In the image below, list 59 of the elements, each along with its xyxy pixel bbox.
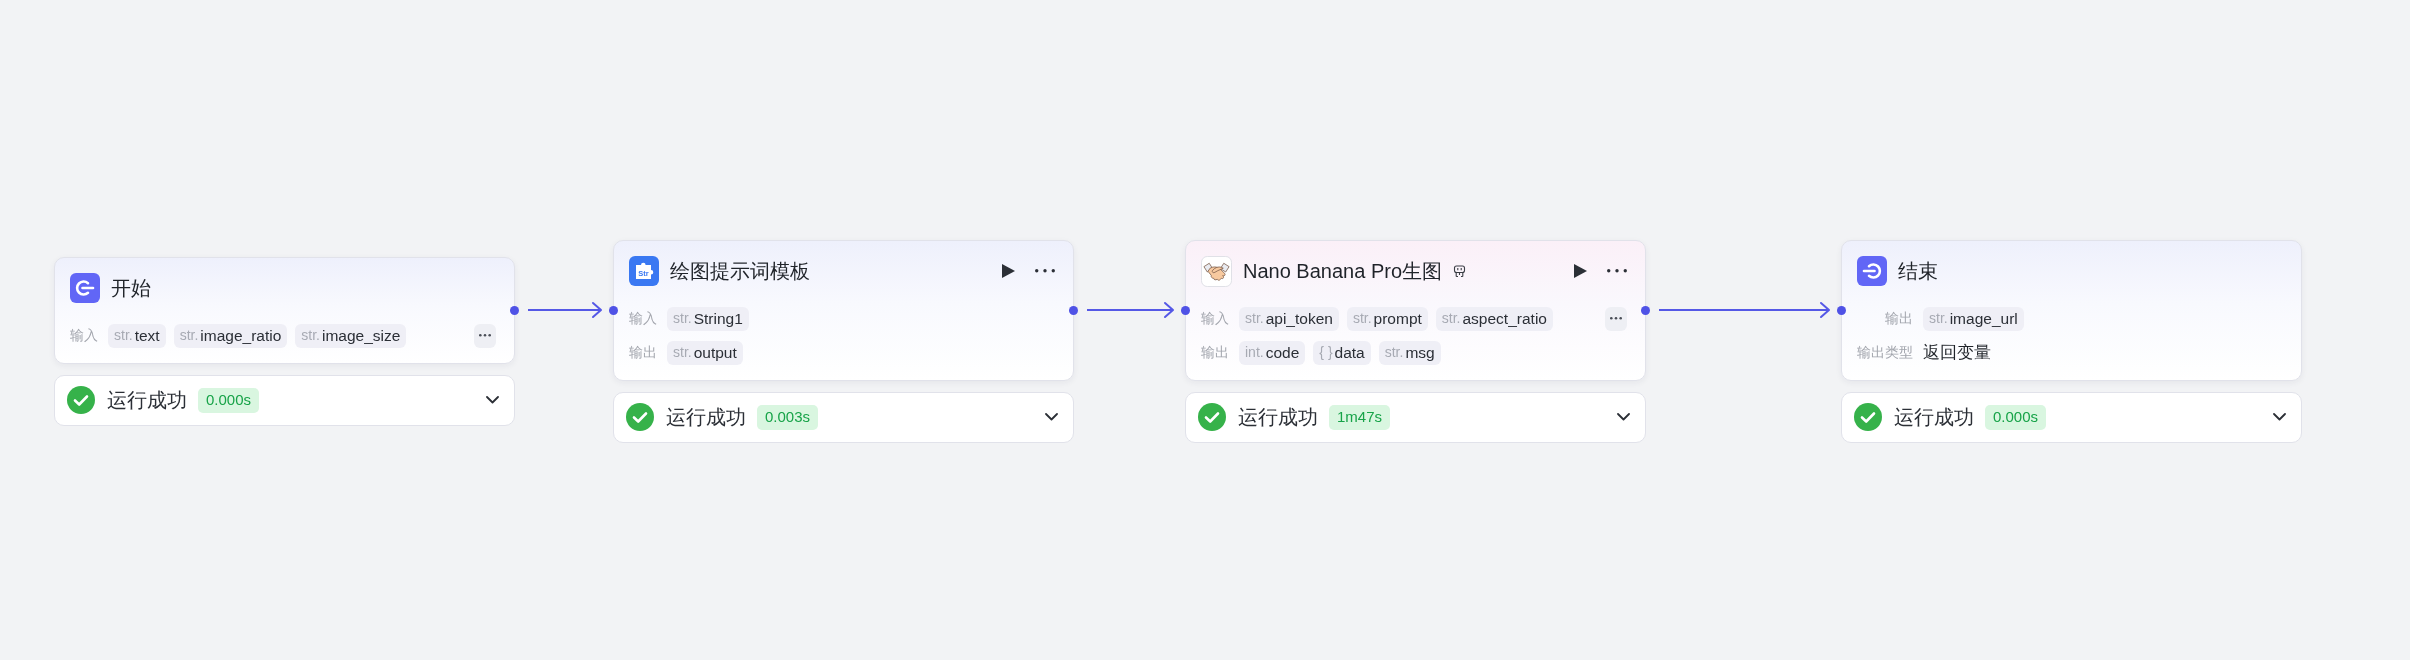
status-text: 运行成功 — [1238, 406, 1318, 428]
node-title: 开始 — [111, 277, 151, 299]
ring-in-icon — [1857, 256, 1887, 286]
handshake-icon — [1201, 255, 1232, 287]
port-dot[interactable] — [1181, 305, 1190, 315]
ellipsis-icon — [479, 334, 491, 337]
port-dot[interactable] — [1641, 305, 1650, 315]
ellipsis-icon — [1607, 269, 1627, 273]
variable-tag: str.msg — [1378, 340, 1441, 365]
port-dot[interactable] — [1069, 305, 1078, 315]
field-value: 返回变量 — [1923, 341, 1991, 364]
variable-tag: int.code — [1239, 340, 1306, 365]
port-dot[interactable] — [1837, 305, 1846, 315]
node-title: 绘图提示词模板 — [670, 260, 810, 282]
status-text: 运行成功 — [666, 406, 746, 428]
status-text: 运行成功 — [1894, 406, 1974, 428]
chevron-down-icon[interactable] — [486, 396, 499, 404]
duration-badge: 0.003s — [757, 404, 819, 430]
field-label: 输出 — [1201, 344, 1229, 361]
ellipsis-icon — [1035, 269, 1055, 273]
duration-badge: 1m47s — [1329, 404, 1391, 430]
variable-tag: { }data — [1313, 340, 1371, 365]
duration-badge: 0.000s — [1985, 404, 2047, 430]
node-title: Nano Banana Pro生图 — [1243, 260, 1442, 282]
ring-out-icon — [70, 273, 100, 303]
chevron-down-icon[interactable] — [2273, 413, 2286, 421]
variable-tag: str.api_token — [1239, 306, 1339, 331]
status-bar[interactable]: 运行成功 0.003s — [613, 391, 1074, 443]
field-label: 输出 — [1885, 310, 1913, 327]
variable-tag: str.prompt — [1346, 306, 1428, 331]
ellipsis-icon — [1610, 317, 1622, 320]
field-label: 输入 — [629, 310, 657, 327]
play-icon — [1574, 264, 1587, 278]
variable-tag: str.image_ratio — [173, 323, 288, 348]
field-label: 输入 — [70, 327, 98, 344]
field-label: 输出类型 — [1857, 344, 1913, 361]
status-bar[interactable]: 运行成功 1m47s — [1185, 391, 1646, 443]
run-button[interactable] — [1574, 264, 1587, 278]
field-label: 输入 — [1201, 310, 1229, 327]
status-text: 运行成功 — [107, 389, 187, 411]
port-dot[interactable] — [510, 305, 519, 315]
field-label: 输出 — [629, 344, 657, 361]
variable-tag: str.text — [108, 323, 166, 348]
variable-tag: str.image_size — [295, 323, 407, 348]
variable-tag: str.String1 — [667, 306, 749, 331]
chevron-down-icon[interactable] — [1617, 413, 1630, 421]
run-button[interactable] — [1002, 264, 1015, 278]
chevron-down-icon[interactable] — [1045, 413, 1058, 421]
node-title: 结束 — [1898, 260, 1938, 282]
more-button[interactable] — [1607, 269, 1627, 273]
status-bar[interactable]: 运行成功 0.000s — [54, 374, 515, 426]
duration-badge: 0.000s — [198, 387, 260, 413]
variable-tag: str.output — [667, 340, 743, 365]
status-bar[interactable]: 运行成功 0.000s — [1841, 391, 2302, 443]
play-icon — [1002, 264, 1015, 278]
variable-tag: str.aspect_ratio — [1435, 306, 1553, 331]
variable-tag: str.image_url — [1923, 306, 2024, 331]
port-dot[interactable] — [609, 305, 618, 315]
more-button[interactable] — [1035, 269, 1055, 273]
